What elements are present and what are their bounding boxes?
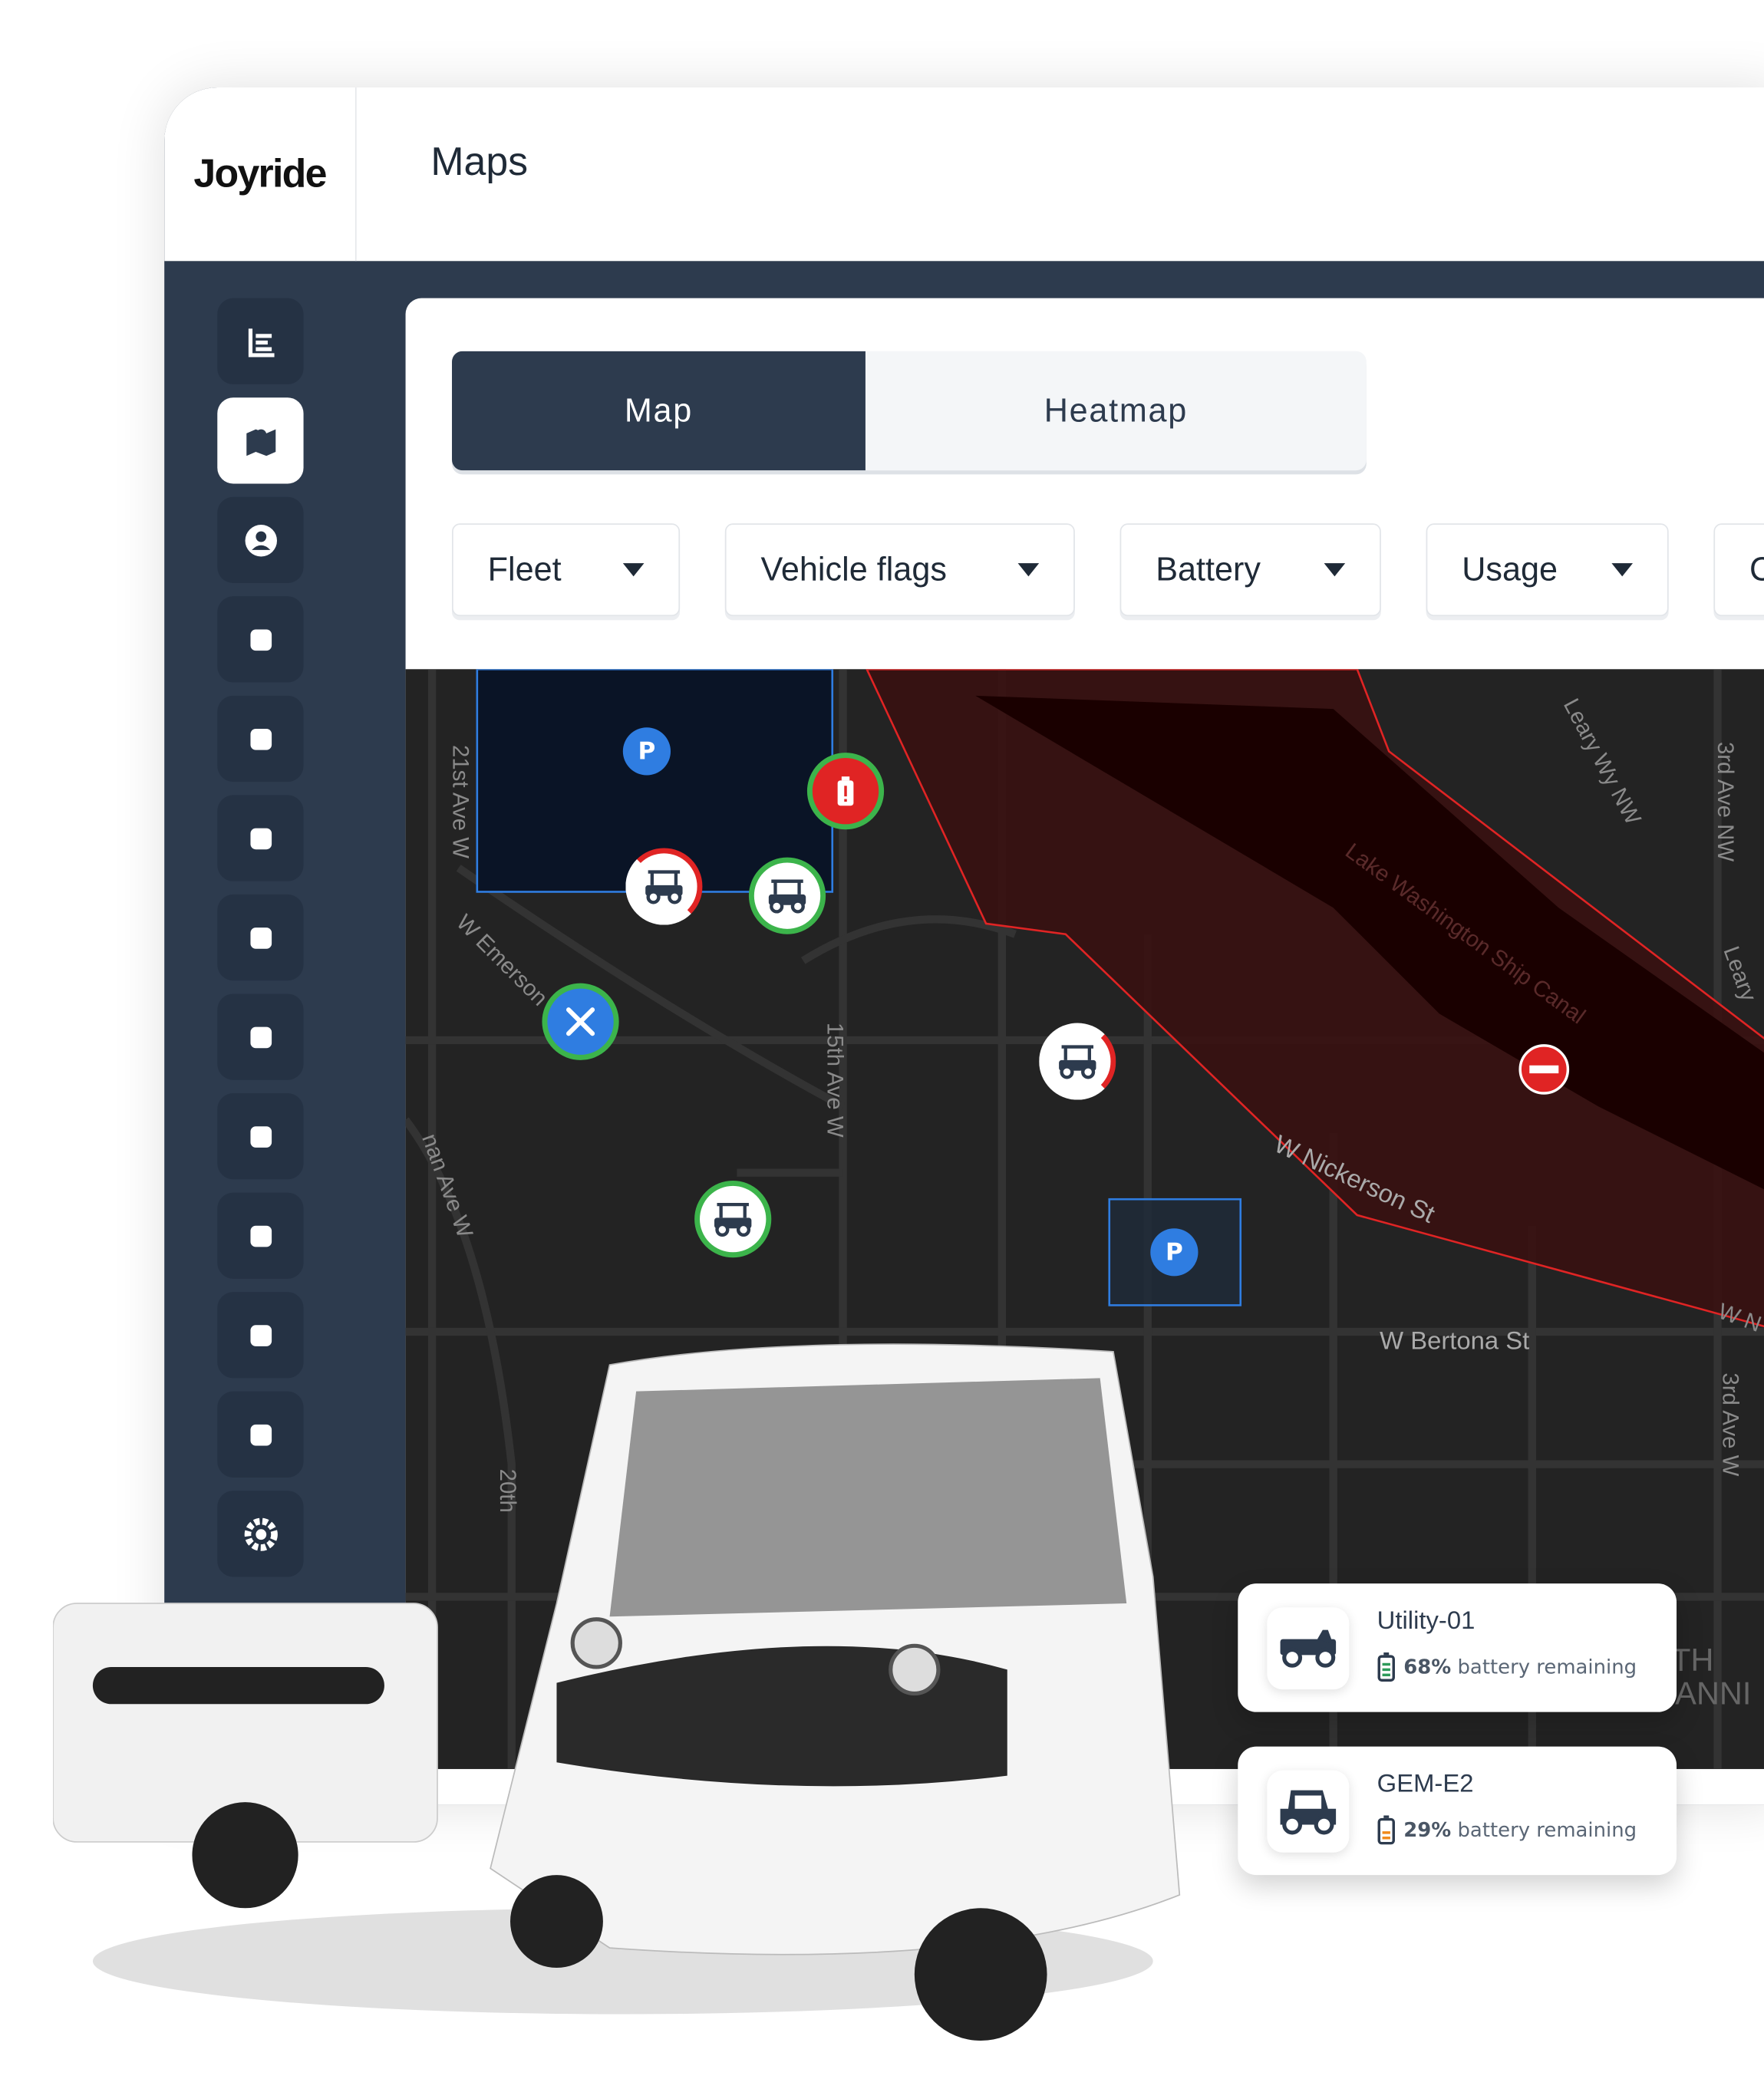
tab-heatmap[interactable]: Heatmap [866,351,1367,470]
battery-label: Battery [1156,550,1261,588]
vehicle-marker[interactable] [625,848,703,925]
street-label: W Bertona St [1380,1327,1530,1356]
sidebar-item-route[interactable] [217,596,304,683]
sidebar-item-wallet[interactable] [217,795,304,881]
joyride-logo[interactable]: Joyride [193,152,327,197]
caret-down-icon [1017,563,1040,577]
sidebar-item-layers[interactable] [217,993,304,1080]
usage-dropdown[interactable]: Usage [1426,523,1669,617]
golf-cart-icon [768,879,806,914]
golf-cart-icon [714,1202,752,1237]
header: Joyride Maps [164,87,1764,262]
street-label: TH [1671,1642,1714,1679]
battery-suffix: battery remaining [1457,1655,1637,1679]
route-icon [249,628,272,651]
vehicle-icon-box [1267,1771,1349,1853]
vehicle-card-gem-e2[interactable]: GEM-E2 29% battery remaining [1238,1746,1677,1876]
sidebar-item-discount[interactable] [217,1192,304,1279]
vehicle-illustration [53,1343,1181,2041]
vehicle-marker[interactable] [694,1181,772,1258]
street-label: ANNI [1675,1676,1752,1712]
battery-dropdown[interactable]: Battery [1119,523,1381,617]
battery-percent: 29% [1403,1817,1452,1842]
sidebar-item-location-pin[interactable] [217,1093,304,1180]
reports-icon [248,328,274,357]
parking-marker[interactable]: P [1150,1228,1199,1277]
battery-status: 68% battery remaining [1377,1652,1637,1682]
vehicle-icon-box [1267,1607,1349,1689]
vehicle-card-utility-01[interactable]: Utility-01 68% battery remaining [1238,1583,1677,1712]
gem-car-icon [1280,1790,1337,1835]
more-dropdown[interactable]: C [1713,523,1764,617]
low-battery-marker[interactable] [806,753,885,830]
bicycle-icon [249,728,272,750]
sidebar-item-reports[interactable] [217,298,304,384]
page-title: Maps [430,140,529,185]
logo-cell: Joyride [164,87,357,262]
usage-label: Usage [1462,550,1558,588]
tab-map[interactable]: Map [452,351,866,471]
battery-status: 29% battery remaining [1377,1815,1637,1845]
fleet-label: Fleet [487,550,562,588]
street-label: 21st Ave W [447,745,473,859]
vehicle-flags-dropdown[interactable]: Vehicle flags [724,523,1075,617]
utility-vehicle-icon [1280,1629,1337,1668]
sidebar-item-bicycle[interactable] [217,695,304,783]
layers-icon [249,1026,272,1048]
no-entry-marker[interactable] [1518,1044,1570,1095]
caret-down-icon [622,563,645,577]
street-label: 3rd Ave NW [1713,741,1738,862]
user-icon [244,524,277,556]
more-label: C [1749,551,1764,589]
street-label: 3rd Ave W [1717,1372,1743,1477]
parking-marker[interactable]: P [622,727,671,776]
battery-alert-icon [837,776,854,806]
street-label: 15th Ave W [822,1022,848,1138]
wallet-icon [249,827,272,849]
vehicle-name: Utility-01 [1377,1607,1475,1636]
fleet-dropdown[interactable]: Fleet [452,523,681,617]
location-pin-icon [249,1125,272,1147]
battery-icon [1377,1815,1395,1845]
caret-down-icon [1324,563,1346,577]
golf-cart-icon [645,870,683,904]
view-tabs: Map Heatmap [452,351,1367,471]
sidebar-item-map[interactable] [217,397,304,484]
vehicle-name: GEM-E2 [1377,1770,1474,1798]
wrench-screwdriver-icon [565,1007,595,1036]
golf-cart-icon [1059,1045,1096,1079]
no-entry-icon [1529,1065,1559,1074]
battery-icon [1377,1652,1395,1682]
vehicle-marker[interactable] [748,857,826,934]
maintenance-marker[interactable] [542,983,619,1060]
battery-percent: 68% [1403,1655,1452,1679]
caret-down-icon [1611,563,1634,577]
vehicle-marker[interactable] [1039,1023,1116,1100]
map-icon [246,428,275,456]
support-agent-icon [249,927,272,948]
sidebar-item-support-agent[interactable] [217,894,304,981]
vehicle-flags-label: Vehicle flags [760,550,947,588]
battery-suffix: battery remaining [1457,1817,1637,1842]
sidebar-item-user[interactable] [217,496,304,584]
discount-icon [249,1224,272,1247]
